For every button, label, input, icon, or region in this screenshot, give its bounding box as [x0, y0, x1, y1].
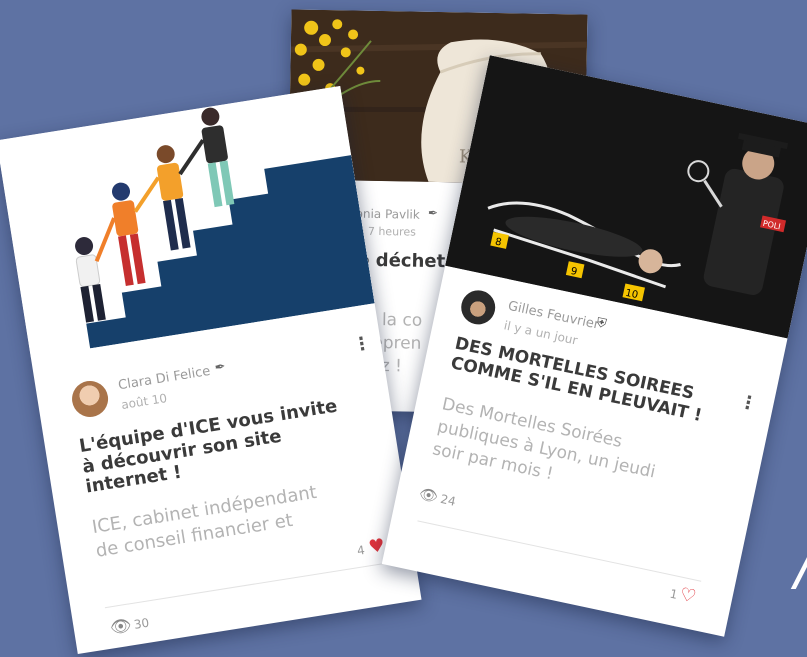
- author-avatar[interactable]: [458, 287, 499, 328]
- view-count: 24: [439, 491, 458, 509]
- divider: [104, 561, 392, 609]
- svg-text:10: 10: [624, 288, 639, 301]
- kebab-icon[interactable]: ⋮: [351, 332, 372, 356]
- author-avatar[interactable]: [69, 378, 111, 420]
- divider: [417, 520, 702, 582]
- verified-shield-icon: ⛨: [595, 315, 608, 333]
- eye-icon: 👁: [417, 484, 440, 506]
- eye-icon: 👁: [108, 615, 134, 639]
- feather-icon: ✒: [427, 205, 439, 221]
- post-date: août 10: [120, 391, 169, 413]
- author-name[interactable]: Clara Di Felice: [117, 364, 211, 393]
- post-image-stairs-illustration: [0, 85, 375, 358]
- decorative-glyph: /: [795, 545, 807, 596]
- like-count: 1: [668, 586, 679, 602]
- feather-icon: ✒: [213, 359, 227, 376]
- like-count: 4: [356, 542, 366, 558]
- view-count: 30: [132, 615, 151, 632]
- heart-icon[interactable]: ♡: [678, 584, 698, 608]
- post-image-crime-scene: 8 9 10 POLI: [445, 55, 807, 339]
- post-title[interactable]: o déchet,: [357, 250, 452, 273]
